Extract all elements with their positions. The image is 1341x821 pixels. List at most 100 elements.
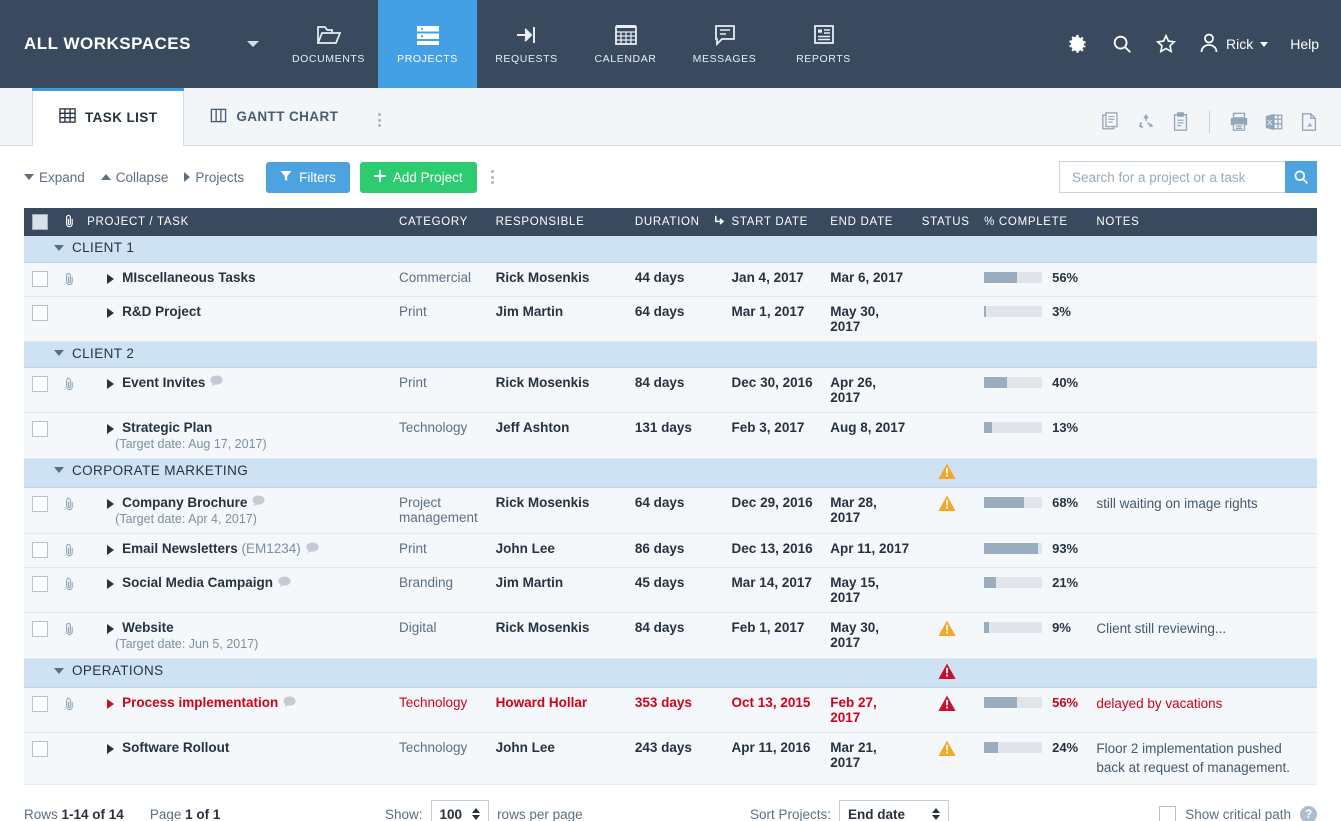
search-icon[interactable] [1111,33,1133,55]
row-select-cell[interactable] [24,412,58,458]
select-all-checkbox[interactable] [32,214,48,230]
col-end-date[interactable]: END DATE [824,208,915,236]
comment-icon[interactable] [252,495,265,510]
row-name-cell[interactable]: Process implementation [81,688,393,733]
rows-per-page-select[interactable]: 100 [431,800,490,821]
clipboard-icon[interactable] [1171,112,1190,132]
row-name-cell[interactable]: MIscellaneous Tasks [81,262,393,296]
row-checkbox[interactable] [32,741,48,757]
expand-triangle-icon[interactable] [107,699,114,709]
search-input[interactable] [1059,161,1285,193]
row-checkbox[interactable] [32,696,48,712]
row-select-cell[interactable] [24,688,58,733]
row-select-cell[interactable] [24,568,58,613]
paperclip-icon[interactable] [64,274,75,289]
col-notes[interactable]: NOTES [1090,208,1317,236]
col-status[interactable]: STATUS [916,208,978,236]
expand-triangle-icon[interactable] [107,424,114,434]
expand-triangle-icon[interactable] [107,274,114,284]
col-percent-complete[interactable]: % COMPLETE [978,208,1090,236]
row-checkbox[interactable] [32,576,48,592]
row-select-cell[interactable] [24,613,58,659]
triangle-down-icon[interactable] [54,668,64,674]
group-label-cell[interactable]: CORPORATE MARKETING [24,458,916,487]
row-name-cell[interactable]: Company Brochure(Target date: Apr 4, 201… [81,487,393,534]
nav-item-calendar[interactable]: CALENDAR [576,0,675,88]
table-row[interactable]: MIscellaneous TasksCommercialRick Mosenk… [24,262,1317,296]
comment-icon[interactable] [283,696,296,711]
triangle-down-icon[interactable] [54,467,64,473]
table-row[interactable]: Email Newsletters (EM1234)PrintJohn Lee8… [24,534,1317,568]
search-submit-button[interactable] [1285,161,1317,193]
col-category[interactable]: CATEGORY [393,208,490,236]
row-name-cell[interactable]: Website(Target date: Jun 5, 2017) [81,613,393,659]
row-select-cell[interactable] [24,534,58,568]
nav-item-projects[interactable]: PROJECTS [378,0,477,88]
expand-button[interactable]: Expand [24,170,85,185]
table-row[interactable]: Company Brochure(Target date: Apr 4, 201… [24,487,1317,534]
row-checkbox[interactable] [32,542,48,558]
col-project-task[interactable]: PROJECT / TASK [81,208,393,236]
project-group-row[interactable]: CORPORATE MARKETING [24,458,1317,487]
expand-triangle-icon[interactable] [107,499,114,509]
show-critical-path-checkbox[interactable] [1159,806,1176,821]
row-checkbox[interactable] [32,421,48,437]
workspace-selector[interactable]: ALL WORKSPACES [0,0,279,88]
row-checkbox[interactable] [32,621,48,637]
group-label-cell[interactable]: CLIENT 1 [24,236,916,262]
collapse-button[interactable]: Collapse [101,170,169,185]
row-checkbox[interactable] [32,271,48,287]
group-label-cell[interactable]: CLIENT 2 [24,341,916,367]
row-checkbox[interactable] [32,496,48,512]
expand-triangle-icon[interactable] [107,379,114,389]
table-row[interactable]: Website(Target date: Jun 5, 2017)Digital… [24,613,1317,659]
col-responsible[interactable]: RESPONSIBLE [490,208,629,236]
triangle-down-icon[interactable] [54,245,64,251]
table-row[interactable]: Event InvitesPrintRick Mosenkis84 daysDe… [24,367,1317,412]
row-select-cell[interactable] [24,367,58,412]
excel-icon[interactable]: X [1264,112,1284,132]
row-select-cell[interactable] [24,733,58,784]
row-select-cell[interactable] [24,296,58,341]
group-label-cell[interactable]: OPERATIONS [24,659,916,688]
tab-overflow-menu[interactable] [364,113,395,127]
nav-item-documents[interactable]: DOCUMENTS [279,0,378,88]
paperclip-icon[interactable] [64,499,75,514]
nav-item-messages[interactable]: MESSAGES [675,0,774,88]
expand-triangle-icon[interactable] [107,624,114,634]
recycle-icon[interactable] [1136,112,1156,132]
help-link[interactable]: Help [1290,36,1319,52]
row-name-cell[interactable]: R&D Project [81,296,393,341]
row-select-cell[interactable] [24,487,58,534]
star-icon[interactable] [1155,33,1177,55]
row-name-cell[interactable]: Email Newsletters (EM1234) [81,534,393,568]
tab-task-list[interactable]: TASK LIST [32,88,184,146]
row-checkbox[interactable] [32,305,48,321]
sort-projects-select[interactable]: End date [839,800,949,821]
paperclip-icon[interactable] [64,545,75,560]
comment-icon[interactable] [306,542,319,557]
filters-button[interactable]: Filters [266,162,350,193]
paperclip-icon[interactable] [64,379,75,394]
project-group-row[interactable]: CLIENT 1 [24,236,1317,262]
paperclip-icon[interactable] [64,579,75,594]
table-row[interactable]: Software RolloutTechnologyJohn Lee243 da… [24,733,1317,784]
user-menu[interactable]: Rick [1199,32,1268,57]
row-select-cell[interactable] [24,262,58,296]
action-overflow-menu[interactable] [491,170,494,184]
triangle-down-icon[interactable] [54,350,64,356]
paperclip-icon[interactable] [64,624,75,639]
print-icon[interactable] [1229,112,1249,132]
expand-triangle-icon[interactable] [107,308,114,318]
comment-icon[interactable] [278,576,291,591]
table-row[interactable]: Social Media CampaignBrandingJim Martin4… [24,568,1317,613]
select-all-header[interactable] [24,208,58,236]
col-start-date[interactable]: START DATE [726,208,825,236]
expand-triangle-icon[interactable] [107,579,114,589]
row-name-cell[interactable]: Social Media Campaign [81,568,393,613]
row-checkbox[interactable] [32,376,48,392]
pdf-icon[interactable] [1299,112,1319,132]
nav-item-reports[interactable]: REPORTS [774,0,873,88]
row-name-cell[interactable]: Software Rollout [81,733,393,784]
row-name-cell[interactable]: Strategic Plan(Target date: Aug 17, 2017… [81,412,393,458]
